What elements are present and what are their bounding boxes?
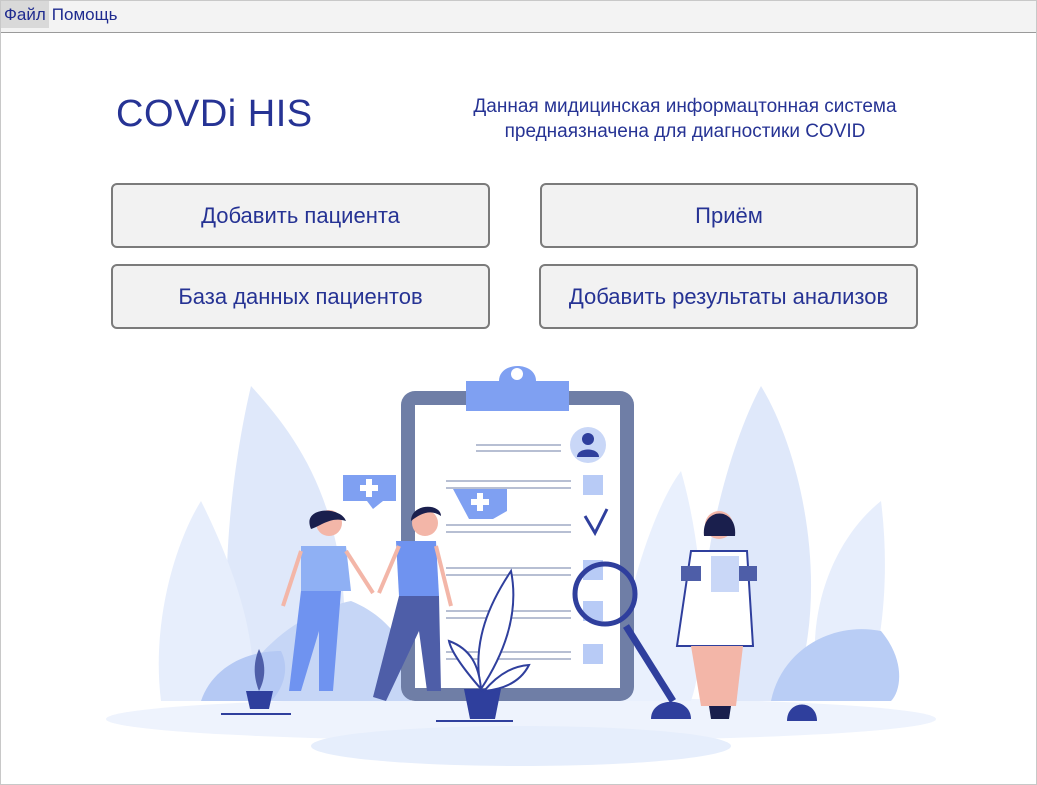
medical-illustration xyxy=(106,366,936,766)
menu-help[interactable]: Помощь xyxy=(49,1,121,28)
app-title: COVDi HIS xyxy=(116,93,313,135)
patient-database-button[interactable]: База данных пациентов xyxy=(111,264,490,329)
app-description: Данная мидицинская информацтонная систем… xyxy=(473,96,897,142)
add-test-results-button[interactable]: Добавить результаты анализов xyxy=(539,264,918,329)
menu-file[interactable]: Файл xyxy=(1,1,49,28)
reception-button[interactable]: Приём xyxy=(540,183,918,248)
add-patient-button[interactable]: Добавить пациента xyxy=(111,183,490,248)
app-window: Файл Помощь COVDi HIS Данная мидицинская… xyxy=(0,0,1037,785)
menu-bar: Файл Помощь xyxy=(1,1,1036,33)
